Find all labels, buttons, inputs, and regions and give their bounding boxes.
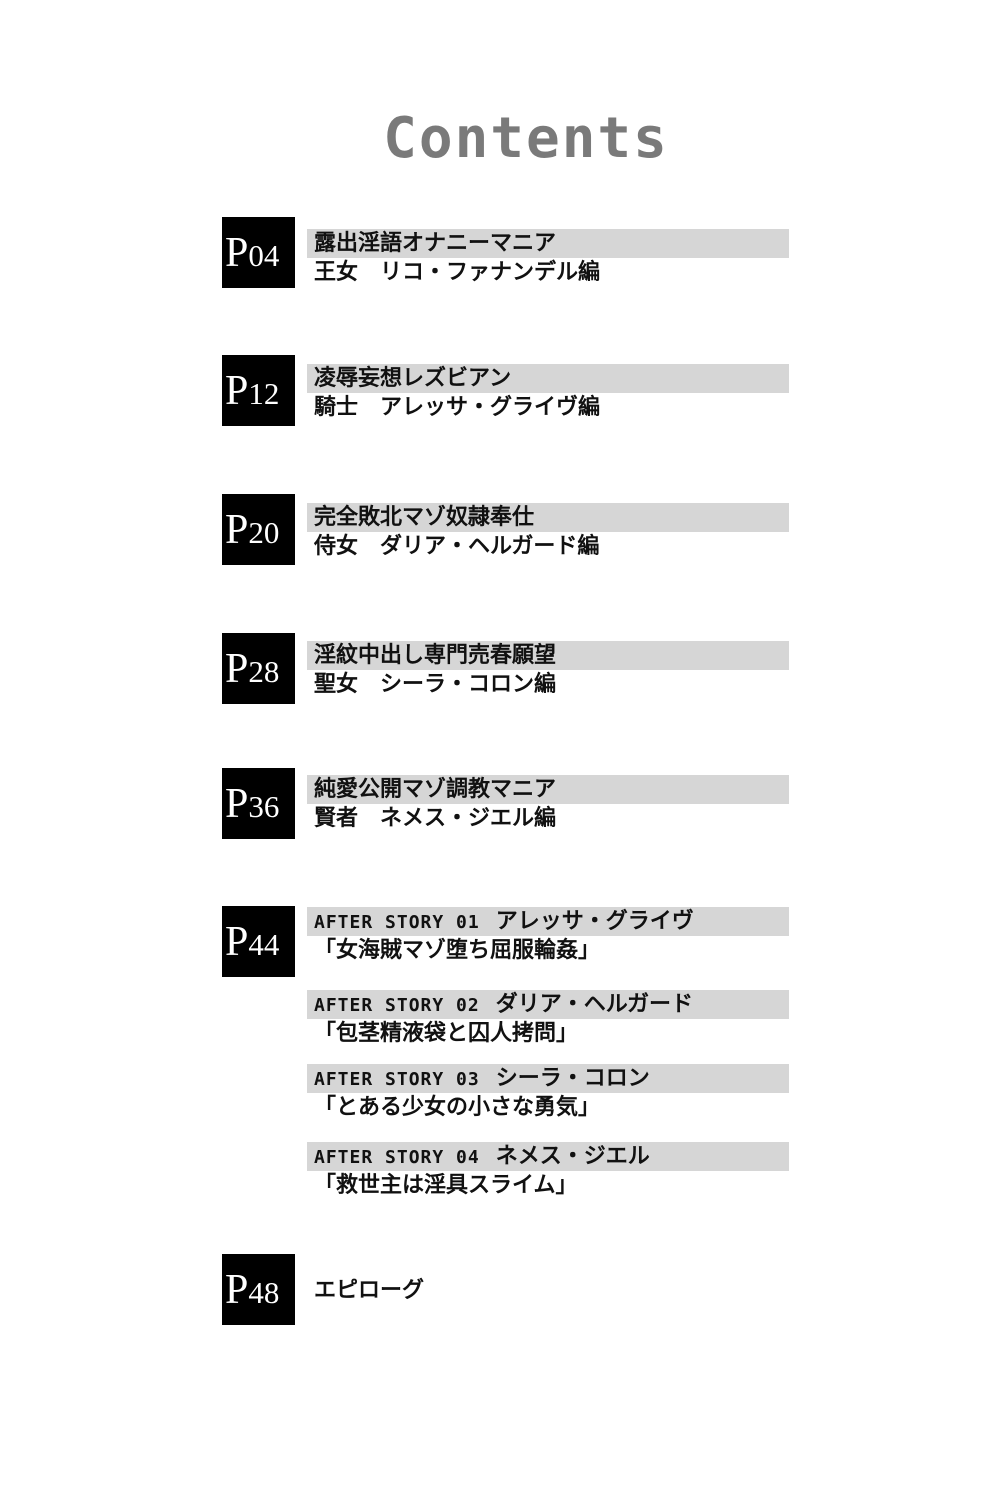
after-story-header: AFTER STORY 03 シーラ・コロン: [307, 1064, 789, 1093]
page-badge-36: P36: [222, 768, 295, 839]
page-prefix: P: [225, 1267, 249, 1313]
epilogue-title: エピローグ: [314, 1278, 425, 1303]
after-story-code: AFTER STORY 02: [314, 995, 480, 1016]
after-story-entry-4[interactable]: AFTER STORY 04 ネメス・ジエル 「救世主は淫具スライム」: [307, 1142, 789, 1200]
page-prefix: P: [225, 368, 249, 414]
page-prefix: P: [225, 230, 249, 276]
chapter-subtitle: 聖女 シーラ・コロン編: [314, 672, 557, 697]
chapter-title: 淫紋中出し専門売春願望: [307, 641, 789, 670]
chapter-entry-1[interactable]: 露出淫語オナニーマニア 王女 リコ・ファナンデル編: [307, 229, 789, 287]
page-number: 28: [248, 654, 280, 689]
chapter-subtitle: 騎士 アレッサ・グライヴ編: [314, 395, 601, 420]
page-badge-04: P04: [222, 217, 295, 288]
page-badge-20: P20: [222, 494, 295, 565]
chapter-entry-3[interactable]: 完全敗北マゾ奴隷奉仕 侍女 ダリア・ヘルガード編: [307, 503, 789, 561]
after-story-entry-2[interactable]: AFTER STORY 02 ダリア・ヘルガード 「包茎精液袋と囚人拷問」: [307, 990, 789, 1048]
page-badge-48: P48: [222, 1254, 295, 1325]
page-prefix: P: [225, 507, 249, 553]
after-story-code: AFTER STORY 01: [314, 912, 480, 933]
page-number: 36: [248, 789, 280, 824]
chapter-title: 純愛公開マゾ調教マニア: [307, 775, 789, 804]
page-prefix: P: [225, 781, 249, 827]
chapter-title: 露出淫語オナニーマニア: [307, 229, 789, 258]
page-number: 48: [248, 1275, 280, 1310]
after-story-title: 「救世主は淫具スライム」: [314, 1173, 578, 1198]
after-story-character: シーラ・コロン: [495, 1066, 650, 1091]
after-story-character: アレッサ・グライヴ: [495, 909, 694, 934]
chapter-subtitle: 賢者 ネメス・ジエル編: [314, 806, 557, 831]
chapter-entry-4[interactable]: 淫紋中出し専門売春願望 聖女 シーラ・コロン編: [307, 641, 789, 699]
after-story-header: AFTER STORY 01 アレッサ・グライヴ: [307, 907, 789, 936]
after-story-title: 「包茎精液袋と囚人拷問」: [314, 1021, 579, 1046]
page-prefix: P: [225, 646, 249, 692]
after-story-character: ネメス・ジエル: [495, 1144, 650, 1169]
chapter-entry-2[interactable]: 凌辱妄想レズビアン 騎士 アレッサ・グライヴ編: [307, 364, 789, 422]
after-story-entry-3[interactable]: AFTER STORY 03 シーラ・コロン 「とある少女の小さな勇気」: [307, 1064, 789, 1122]
page-badge-44: P44: [222, 906, 295, 977]
page-badge-12: P12: [222, 355, 295, 426]
page-number: 20: [248, 515, 280, 550]
page-prefix: P: [225, 919, 249, 965]
chapter-subtitle: 侍女 ダリア・ヘルガード編: [314, 534, 600, 559]
after-story-code: AFTER STORY 04: [314, 1147, 480, 1168]
page-number: 12: [248, 376, 280, 411]
chapter-subtitle: 王女 リコ・ファナンデル編: [314, 260, 601, 285]
epilogue-entry[interactable]: エピローグ: [307, 1276, 789, 1305]
after-story-header: AFTER STORY 02 ダリア・ヘルガード: [307, 990, 789, 1019]
after-story-header: AFTER STORY 04 ネメス・ジエル: [307, 1142, 789, 1171]
after-story-entry-1[interactable]: AFTER STORY 01 アレッサ・グライヴ 「女海賊マゾ堕ち屈服輪姦」: [307, 907, 789, 965]
page-number: 04: [248, 238, 280, 273]
chapter-title: 完全敗北マゾ奴隷奉仕: [307, 503, 789, 532]
chapter-title: 凌辱妄想レズビアン: [307, 364, 789, 393]
page-number: 44: [248, 927, 280, 962]
after-story-title: 「とある少女の小さな勇気」: [314, 1095, 601, 1120]
after-story-title: 「女海賊マゾ堕ち屈服輪姦」: [314, 938, 601, 963]
after-story-code: AFTER STORY 03: [314, 1069, 480, 1090]
after-story-character: ダリア・ヘルガード: [495, 992, 694, 1017]
contents-title: Contents: [383, 106, 669, 171]
chapter-entry-5[interactable]: 純愛公開マゾ調教マニア 賢者 ネメス・ジエル編: [307, 775, 789, 833]
page-badge-28: P28: [222, 633, 295, 704]
